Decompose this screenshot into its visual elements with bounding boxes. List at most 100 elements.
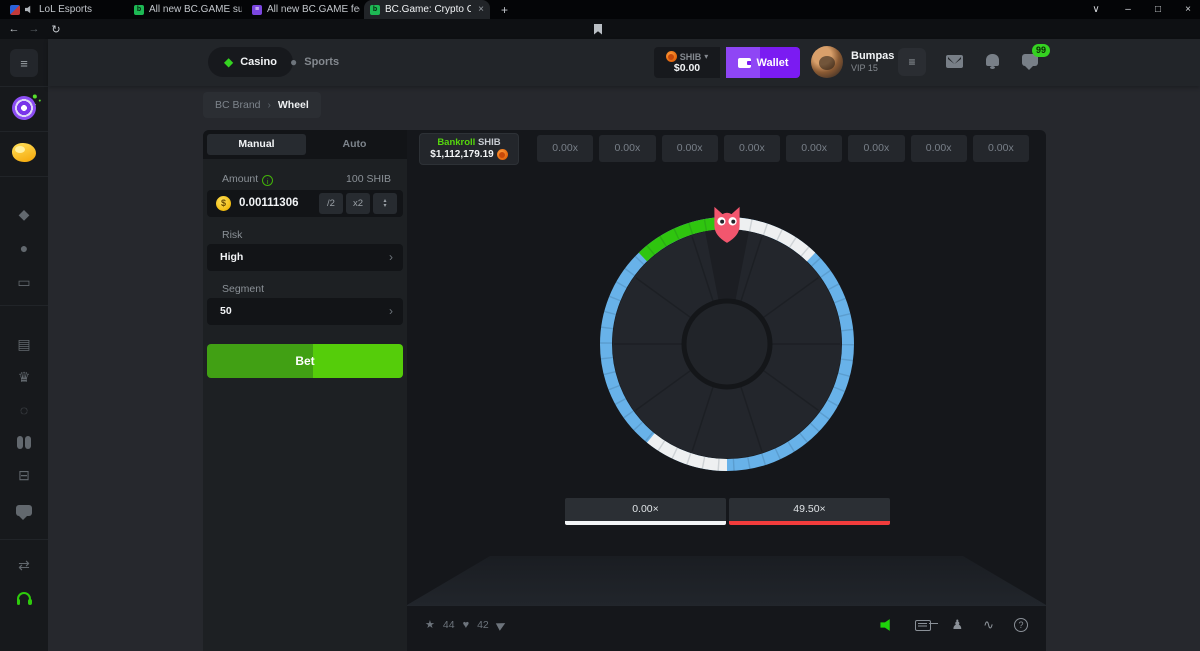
- sidebar-affiliate-icon[interactable]: [17, 436, 23, 449]
- half-bet-button[interactable]: /2: [319, 193, 343, 214]
- stage-floor: [407, 556, 1046, 605]
- browser-toolbar: ← → ↻ bc.game /game/wheel A ≡♪ ≡: [0, 19, 1200, 39]
- window-minimize-icon[interactable]: –: [1114, 0, 1142, 19]
- app-header: ◆ Casino ● Sports SHIB ▾ $0.00 Wallet Bu…: [48, 39, 1200, 86]
- stepper-down-icon[interactable]: ▾: [383, 204, 386, 209]
- window-chevron-icon[interactable]: ∨: [1082, 0, 1110, 19]
- feedback-favicon-icon: ≡: [252, 5, 262, 15]
- result-bars: 0.00× 49.50×: [565, 498, 890, 525]
- risk-label: Risk: [222, 229, 242, 241]
- missions-target-icon[interactable]: [10, 94, 38, 122]
- sidebar-casino-icon[interactable]: ◆: [0, 206, 48, 223]
- history-chip[interactable]: 0.00x: [786, 135, 842, 162]
- sidebar-sports-icon[interactable]: ●: [0, 240, 48, 256]
- live-stats-icon[interactable]: ∿: [983, 617, 994, 633]
- new-tab-button[interactable]: +: [497, 2, 512, 17]
- tab-lol-esports[interactable]: LoL Esports: [4, 0, 124, 19]
- nav-sports[interactable]: ● Sports: [280, 47, 349, 77]
- history-chip[interactable]: 0.00x: [848, 135, 904, 162]
- amount-label: Amounti: [222, 173, 273, 186]
- history-chip[interactable]: 0.00x: [662, 135, 718, 162]
- vip-level: VIP 15: [851, 63, 878, 73]
- notifications-bell-icon[interactable]: [986, 54, 999, 66]
- sidebar-vip-crown-icon[interactable]: ♛: [0, 369, 48, 386]
- sidebar-leaderboard-icon[interactable]: ⊟: [0, 467, 48, 484]
- star-icon[interactable]: ★: [425, 618, 435, 631]
- tab-bcgame-feedback[interactable]: ≡ All new BC.GAME feedback: [246, 0, 360, 19]
- multiplier-history: 0.00x 0.00x 0.00x 0.00x 0.00x 0.00x 0.00…: [537, 135, 1029, 162]
- history-chip[interactable]: 0.00x: [724, 135, 780, 162]
- sports-label: Sports: [304, 56, 339, 68]
- amount-value: 0.00111306: [239, 197, 299, 209]
- hotkeys-keyboard-icon[interactable]: [915, 620, 931, 631]
- bet-button[interactable]: Bet: [207, 344, 403, 378]
- like-count: 42: [477, 619, 489, 631]
- segment-select[interactable]: 50 ›: [207, 298, 403, 325]
- amount-input[interactable]: $ 0.00111306 /2 x2 ▴ ▾: [207, 190, 403, 217]
- history-chip[interactable]: 0.00x: [537, 135, 593, 162]
- bet-mode-tabs: Manual Auto: [203, 130, 407, 159]
- window-maximize-icon[interactable]: □: [1144, 0, 1172, 19]
- info-icon[interactable]: i: [262, 175, 273, 186]
- segment-value: 50: [220, 305, 232, 317]
- amount-max: 100 SHIB: [346, 173, 391, 185]
- history-chip[interactable]: 0.00x: [599, 135, 655, 162]
- app-sidebar: ≡ ◆ ● ▭ ▤ ♛ ◌ ⊟ ⇄: [0, 39, 48, 651]
- wallet-icon: [738, 58, 751, 68]
- currency-selector[interactable]: SHIB ▾ $0.00: [654, 47, 720, 78]
- help-icon[interactable]: ?: [1014, 618, 1028, 632]
- reload-icon[interactable]: ↻: [48, 21, 64, 37]
- risk-select[interactable]: High ›: [207, 244, 403, 271]
- account-menu-icon[interactable]: ≡: [898, 48, 926, 76]
- breadcrumb-parent[interactable]: BC Brand: [215, 99, 261, 111]
- wheel: [600, 217, 854, 471]
- rewards-gold-icon[interactable]: [12, 143, 36, 162]
- sidebar-racing-icon[interactable]: ▭: [0, 274, 48, 291]
- tab-audio-icon[interactable]: [25, 5, 34, 14]
- avatar[interactable]: [811, 46, 843, 78]
- sidebar-bonus-icon[interactable]: ◌: [0, 402, 48, 418]
- wallet-button[interactable]: Wallet: [726, 47, 800, 78]
- breadcrumb: BC Brand › Wheel: [203, 92, 321, 118]
- bankroll-chip: Bankroll SHIB $1,112,179.19: [419, 133, 519, 165]
- result-stripe: [565, 521, 726, 525]
- sidebar-menu-icon[interactable]: ≡: [10, 49, 38, 77]
- inbox-envelope-icon[interactable]: [946, 55, 963, 68]
- chat-badge: 99: [1032, 44, 1050, 57]
- star-count: 44: [443, 619, 455, 631]
- result-stripe: [729, 521, 890, 525]
- history-chip[interactable]: 0.00x: [973, 135, 1029, 162]
- game-area: Bankroll SHIB $1,112,179.19 0.00x 0.00x …: [407, 130, 1046, 651]
- double-bet-button[interactable]: x2: [346, 193, 370, 214]
- sound-speaker-icon[interactable]: [880, 619, 895, 632]
- breadcrumb-sep-icon: ›: [268, 100, 271, 111]
- wheel-pointer-owl-icon: [709, 202, 745, 246]
- tab-close-icon[interactable]: ×: [478, 4, 484, 15]
- bookmark-icon[interactable]: [590, 21, 606, 37]
- sidebar-swap-icon[interactable]: ⇄: [0, 557, 48, 574]
- tab-auto[interactable]: Auto: [306, 134, 403, 155]
- tab-bcgame-active[interactable]: b BC.Game: Crypto Casino Games & ×: [364, 0, 490, 19]
- forward-icon[interactable]: →: [26, 21, 42, 37]
- back-icon[interactable]: ←: [6, 21, 22, 37]
- wheel-svg: [600, 217, 854, 471]
- fairness-icon[interactable]: ♟: [951, 617, 963, 633]
- casino-diamond-icon: ◆: [224, 55, 233, 69]
- tab-manual[interactable]: Manual: [207, 134, 306, 155]
- bankroll-currency: SHIB: [478, 137, 501, 148]
- heart-icon[interactable]: ♥: [463, 619, 470, 631]
- history-chip[interactable]: 0.00x: [911, 135, 967, 162]
- result-bar-win: 49.50×: [729, 498, 890, 525]
- currency-balance: $0.00: [674, 62, 700, 74]
- window-close-icon[interactable]: ×: [1174, 0, 1200, 19]
- tab-bcgame-survey[interactable]: b All new BC.GAME survey & feedback: [128, 0, 242, 19]
- breadcrumb-current: Wheel: [278, 99, 309, 111]
- result-value: 0.00×: [632, 503, 659, 515]
- sidebar-chat-icon[interactable]: [16, 505, 32, 516]
- bankroll-value: $1,112,179.19: [430, 149, 493, 160]
- sidebar-support-headset-icon[interactable]: [17, 592, 31, 601]
- amount-stepper[interactable]: ▴ ▾: [373, 193, 397, 214]
- share-plane-icon[interactable]: ▶: [494, 617, 508, 632]
- sidebar-lottery-icon[interactable]: ▤: [0, 336, 48, 353]
- bcgame-favicon-icon: b: [134, 5, 144, 15]
